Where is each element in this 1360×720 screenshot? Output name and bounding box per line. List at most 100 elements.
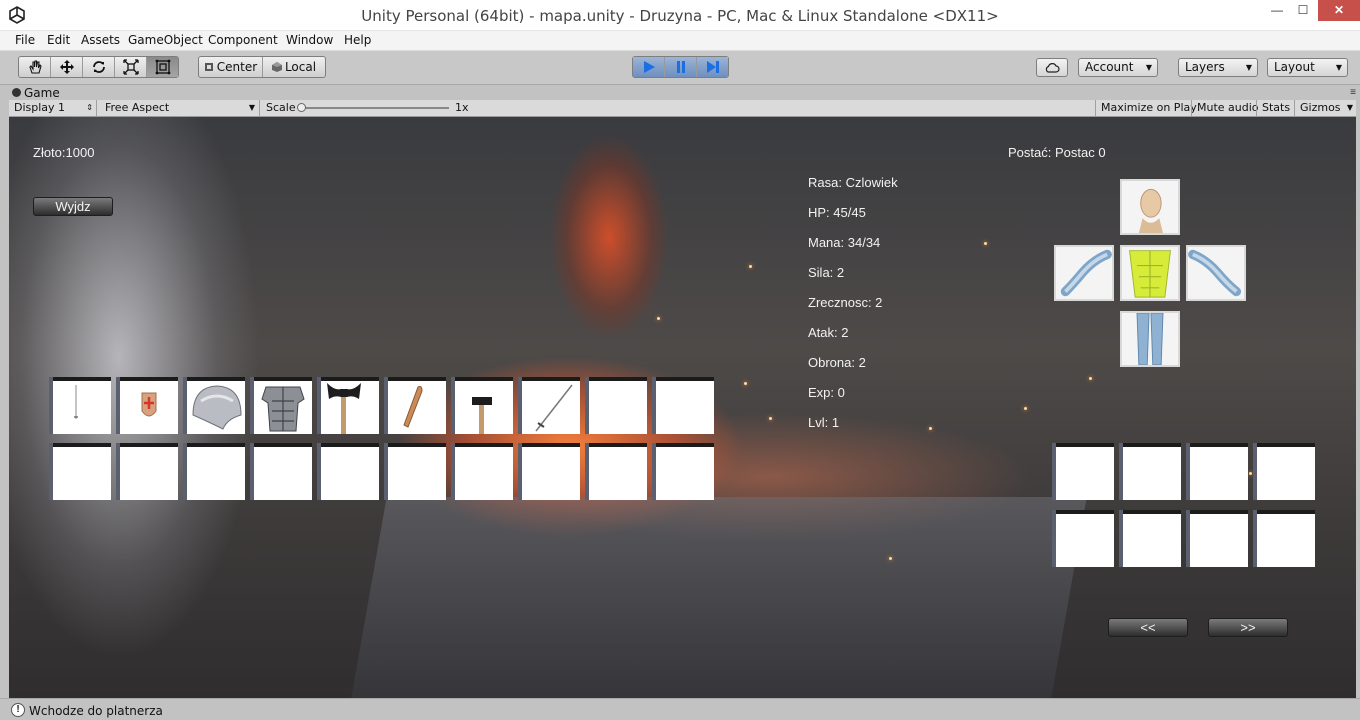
equip-left-arm-slot[interactable] — [1054, 245, 1114, 301]
stat-strength: Sila: 2 — [808, 265, 845, 280]
menu-assets[interactable]: Assets — [81, 33, 120, 47]
stepper-icon: ⇕ — [86, 103, 93, 112]
equip-torso-slot[interactable] — [1120, 245, 1180, 301]
hammer-icon — [472, 397, 492, 434]
shop-slot-empty[interactable] — [321, 443, 379, 500]
scale-label: Scale — [266, 101, 296, 114]
play-button[interactable] — [633, 57, 665, 77]
playback-controls — [632, 56, 729, 78]
stats-toggle[interactable]: Stats — [1256, 100, 1295, 117]
shop-slot-empty[interactable] — [254, 443, 312, 500]
layout-label: Layout — [1274, 60, 1315, 74]
layers-dropdown[interactable]: Layers ▼ — [1178, 58, 1258, 77]
inventory-slot[interactable] — [1056, 510, 1114, 567]
scale-tool-icon[interactable] — [115, 57, 147, 77]
shop-slot-hammer[interactable] — [455, 377, 513, 434]
next-character-button[interactable]: >> — [1208, 618, 1288, 637]
display-label: Display 1 — [14, 101, 66, 114]
aspect-dropdown[interactable]: Free Aspect ▼ — [100, 100, 260, 117]
exit-button[interactable]: Wyjdz — [33, 197, 113, 216]
rect-tool-icon[interactable] — [147, 57, 178, 77]
window-title: Unity Personal (64bit) - mapa.unity - Dr… — [361, 7, 999, 25]
shop-slot-empty[interactable] — [522, 443, 580, 500]
club-icon — [403, 386, 423, 428]
rotate-tool-icon[interactable] — [83, 57, 115, 77]
game-tab-row: Game ≡ — [0, 85, 1360, 101]
layers-label: Layers — [1185, 60, 1225, 74]
shop-slot-armor[interactable] — [254, 377, 312, 434]
shop-slot-sword[interactable] — [522, 377, 580, 434]
equip-head-slot[interactable] — [1120, 179, 1180, 235]
equip-legs-slot[interactable] — [1120, 311, 1180, 367]
info-icon: ! — [11, 703, 25, 717]
armor-icon — [261, 386, 305, 432]
game-view-toolbar: Display 1 ⇕ Free Aspect ▼ Scale 1x Maximiz… — [9, 100, 1356, 117]
inventory-slot[interactable] — [1257, 443, 1315, 500]
maximize-button[interactable]: ☐ — [1289, 0, 1317, 21]
inventory-slot[interactable] — [1056, 443, 1114, 500]
dropdown-arrow-icon: ▼ — [1335, 63, 1342, 72]
stat-hp: HP: 45/45 — [808, 205, 866, 220]
shop-slot-empty[interactable] — [53, 443, 111, 500]
spark-decoration — [769, 417, 772, 420]
menu-window[interactable]: Window — [286, 33, 333, 47]
maximize-on-play-toggle[interactable]: Maximize on Play — [1095, 100, 1202, 117]
shop-slot-empty[interactable] — [589, 377, 647, 434]
arm-icon — [1188, 247, 1244, 299]
account-dropdown[interactable]: Account ▼ — [1078, 58, 1158, 77]
dropdown-arrow-icon: ▼ — [248, 103, 255, 112]
spark-decoration — [1249, 472, 1252, 475]
menu-help[interactable]: Help — [344, 33, 371, 47]
menu-component[interactable]: Component — [208, 33, 278, 47]
inventory-slot[interactable] — [1123, 510, 1181, 567]
cloud-icon — [1045, 63, 1060, 73]
shop-slot-empty[interactable] — [589, 443, 647, 500]
shop-slot-empty[interactable] — [187, 443, 245, 500]
pivot-group: Center Local — [198, 56, 326, 78]
scale-slider-handle[interactable] — [297, 103, 306, 112]
shop-slot-empty[interactable] — [455, 443, 513, 500]
previous-character-button[interactable]: << — [1108, 618, 1188, 637]
shop-slot-axe[interactable] — [321, 377, 379, 434]
spark-decoration — [1089, 377, 1092, 380]
inventory-slot[interactable] — [1257, 510, 1315, 567]
dropdown-arrow-icon: ▼ — [1145, 63, 1152, 72]
title-bar: Unity Personal (64bit) - mapa.unity - Dr… — [0, 0, 1360, 31]
pivot-center-button[interactable]: Center — [199, 57, 263, 77]
menu-file[interactable]: File — [15, 33, 35, 47]
scale-slider[interactable] — [299, 107, 449, 109]
hand-tool-icon[interactable] — [19, 57, 51, 77]
inventory-slot[interactable] — [1123, 443, 1181, 500]
shop-slot-empty[interactable] — [656, 377, 714, 434]
step-button[interactable] — [697, 57, 728, 77]
pause-button[interactable] — [665, 57, 697, 77]
shop-slot-shield[interactable] — [120, 377, 178, 434]
inventory-slot[interactable] — [1190, 510, 1248, 567]
shop-slot-club[interactable] — [388, 377, 446, 434]
layout-dropdown[interactable]: Layout ▼ — [1267, 58, 1348, 77]
pivot-local-button[interactable]: Local — [263, 57, 325, 77]
menu-gameobject[interactable]: GameObject — [128, 33, 203, 47]
menu-edit[interactable]: Edit — [47, 33, 70, 47]
shop-slot-needle[interactable] — [53, 377, 111, 434]
cloud-button[interactable] — [1036, 58, 1068, 77]
shop-slot-empty[interactable] — [120, 443, 178, 500]
display-dropdown[interactable]: Display 1 ⇕ — [9, 100, 97, 117]
move-tool-icon[interactable] — [51, 57, 83, 77]
dropdown-arrow-icon: ▼ — [1346, 103, 1353, 112]
toolbar: Center Local Account ▼ Layers ▼ Layout ▼ — [0, 51, 1360, 85]
panel-menu-icon[interactable]: ≡ — [1350, 87, 1356, 98]
tab-game[interactable]: Game — [12, 86, 60, 101]
close-button[interactable]: ✕ — [1318, 0, 1360, 21]
shop-slot-empty[interactable] — [388, 443, 446, 500]
mute-audio-toggle[interactable]: Mute audio — [1191, 100, 1264, 117]
inventory-slot[interactable] — [1190, 443, 1248, 500]
status-message[interactable]: Wchodze do platnerza — [29, 704, 163, 718]
shop-slot-empty[interactable] — [656, 443, 714, 500]
equip-right-arm-slot[interactable] — [1186, 245, 1246, 301]
spark-decoration — [1024, 407, 1027, 410]
shop-slot-helmet[interactable] — [187, 377, 245, 434]
gizmos-dropdown[interactable]: Gizmos ▼ — [1294, 100, 1356, 117]
minimize-button[interactable]: — — [1263, 0, 1291, 21]
head-icon — [1122, 181, 1178, 233]
